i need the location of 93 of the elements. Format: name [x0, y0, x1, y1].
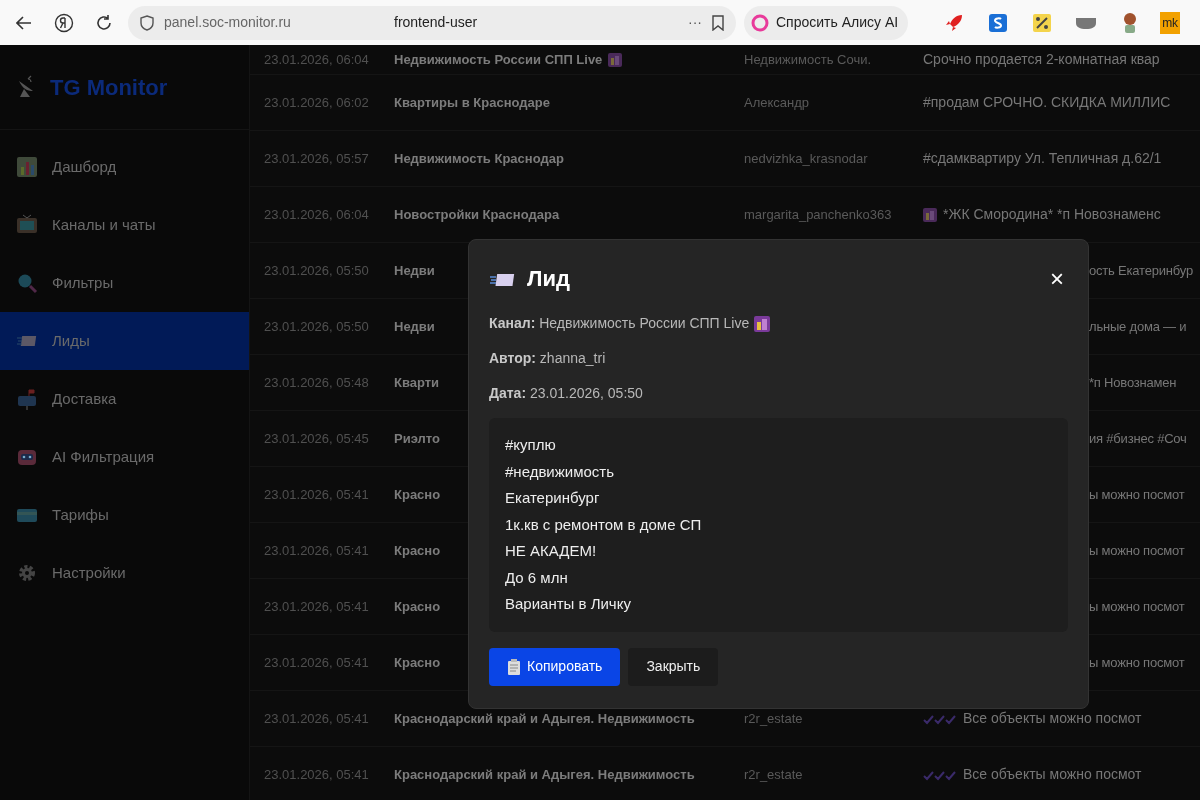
- date-cell-text: 23.01.2026, 06:04: [264, 205, 370, 224]
- close-button[interactable]: ×: [1046, 266, 1068, 291]
- date-cell-text: 23.01.2026, 06:02: [264, 93, 370, 112]
- dialog-title: Лид: [527, 265, 571, 293]
- message-cell-text: *ЖК Смородина* *п Новознаменс: [943, 205, 1161, 224]
- bookmark-icon[interactable]: [712, 14, 724, 31]
- date-cell-text: 23.01.2026, 05:50: [264, 317, 370, 336]
- message-line: До 6 млн: [505, 567, 569, 588]
- sidebar-item[interactable]: Доставка: [0, 370, 249, 428]
- page-title: frontend-user: [394, 13, 479, 32]
- channel-cell-text: Недви: [394, 261, 435, 280]
- tray-icon[interactable]: [1075, 15, 1098, 30]
- author-cell-text: nedvizhka_krasnodar: [744, 149, 869, 168]
- date-cell-text: 23.01.2026, 05:41: [264, 597, 370, 616]
- message-cell-text: ость Екатеринбур: [1089, 261, 1193, 280]
- message-cell-text: ы можно посмот: [1089, 541, 1185, 560]
- message-line: НЕ АКАДЕМ!: [505, 541, 598, 561]
- author-cell-text: margarita_panchenko363: [744, 205, 893, 224]
- bar-chart-icon: [16, 156, 38, 178]
- sidebar-item[interactable]: Фильтры: [0, 254, 249, 312]
- shield-icon: [140, 14, 154, 31]
- channel-cell-text: Недви: [394, 317, 435, 336]
- message-cell-text: ы можно посмот: [1089, 597, 1185, 616]
- extension-s-icon[interactable]: [988, 12, 1009, 33]
- address-bar[interactable]: panel.soc-monitor.ru frontend-user ···: [128, 5, 736, 40]
- date-cell-text: 23.01.2026, 05:41: [264, 709, 370, 728]
- message-cell-text: #продам СРОЧНО. СКИДКА МИЛЛИС: [923, 93, 1171, 112]
- extension-label[interactable]: mk: [1160, 11, 1181, 34]
- date-cell-text: 23.01.2026, 05:41: [264, 765, 370, 784]
- message-cell-text: #сдамквартиру Ул. Тепличная д.62/1: [923, 149, 1162, 168]
- channel-cell-text: Квартиры в Краснодаре: [394, 93, 550, 112]
- channel-cell-text: Краснодарский край и Адыгея. Недвижимость: [394, 709, 695, 728]
- message-cell-text: ы можно посмот: [1089, 485, 1185, 504]
- author-cell-text: Недвижимость Сочи.: [744, 50, 873, 69]
- channel-cell-text: Новостройки Краснодара: [394, 205, 560, 224]
- channel-cell-text: Краснодарский край и Адыгея. Недвижимость: [394, 765, 695, 784]
- channel-cell-text: Красно: [394, 541, 441, 560]
- message-cell-text: ы можно посмот: [1089, 653, 1185, 672]
- sidebar-item[interactable]: Каналы и чаты: [0, 196, 249, 254]
- date-cell-text: 23.01.2026, 05:48: [264, 373, 370, 392]
- gear-icon: [16, 562, 38, 584]
- message-line: Екатеринбург: [505, 488, 601, 508]
- message-cell-text: *п Новознамен: [1089, 373, 1177, 392]
- date-cell-text: 23.01.2026, 05:50: [264, 261, 370, 280]
- url-text: panel.soc-monitor.ru: [164, 13, 292, 32]
- author-cell-text: r2r_estate: [744, 765, 804, 784]
- message-cell-text: Все объекты можно посмот: [963, 765, 1142, 784]
- alice-ring-icon: [750, 12, 770, 33]
- clipboard-icon: [507, 658, 521, 675]
- field-text: Канал: Недвижимость России СПП Live: [489, 314, 750, 333]
- channel-cell-text: Недвижимость Краснодар: [394, 149, 564, 168]
- tv-icon: [16, 214, 38, 236]
- app-logo-text: TG Monitor: [50, 73, 168, 102]
- date-cell-text: 23.01.2026, 05:41: [264, 485, 370, 504]
- message-cell-text: ия #бизнес #Соч: [1089, 429, 1187, 448]
- message-cell-text: льные дома — и: [1089, 317, 1187, 336]
- date-cell-text: 23.01.2026, 06:04: [264, 50, 370, 69]
- back-arrow-icon[interactable]: [16, 15, 32, 30]
- author-cell-text: Александр: [744, 93, 811, 112]
- message-cell-text: Все объекты можно посмот: [963, 709, 1142, 728]
- channel-cell-text: Красно: [394, 653, 441, 672]
- field-text: Автор: zhanna_tri: [489, 349, 606, 368]
- sidebar-item[interactable]: AI Фильтрация: [0, 428, 249, 486]
- browser-logo-icon[interactable]: [54, 12, 74, 33]
- message-line: Варианты в Личку: [505, 594, 632, 614]
- channel-cell-text: Кварти: [394, 373, 440, 392]
- copy-button[interactable]: Копировать: [489, 647, 621, 686]
- date-cell-text: 23.01.2026, 05:41: [264, 653, 370, 672]
- percent-icon[interactable]: [1032, 12, 1053, 33]
- ask-alice-button[interactable]: Спросить Алису AI: [744, 5, 909, 40]
- close-dialog-button[interactable]: Закрыть: [628, 647, 719, 686]
- message-line: 1к.кв с ремонтом в доме СП: [505, 514, 703, 535]
- date-cell-text: 23.01.2026, 05:57: [264, 149, 370, 168]
- date-cell-text: 23.01.2026, 05:45: [264, 429, 370, 448]
- channel-cell-text: Риэлто: [394, 429, 440, 448]
- message-line: #недвижимость: [505, 461, 615, 482]
- author-cell-text: r2r_estate: [744, 709, 804, 728]
- sidebar-item[interactable]: Лиды: [0, 312, 249, 370]
- search-icon: [16, 272, 38, 294]
- sidebar-item[interactable]: Настройки: [0, 544, 249, 602]
- sidebar-item[interactable]: Тарифы: [0, 486, 249, 544]
- sidebar-item[interactable]: Дашборд: [0, 138, 249, 196]
- channel-cell-text: Красно: [394, 597, 441, 616]
- reload-icon[interactable]: [95, 13, 113, 32]
- mailbox-icon: [16, 388, 38, 410]
- date-cell-text: 23.01.2026, 05:41: [264, 541, 370, 560]
- more-menu[interactable]: ···: [688, 12, 702, 33]
- rocket-icon[interactable]: [944, 12, 965, 33]
- message-line: #куплю: [505, 435, 557, 455]
- field-text: Дата: 23.01.2026, 05:50: [489, 384, 643, 403]
- channel-cell-text: Красно: [394, 485, 441, 504]
- message-cell-text: Срочно продается 2-комнатная квар: [923, 50, 1160, 69]
- channel-cell-text: Недвижимость России СПП Live: [394, 50, 603, 69]
